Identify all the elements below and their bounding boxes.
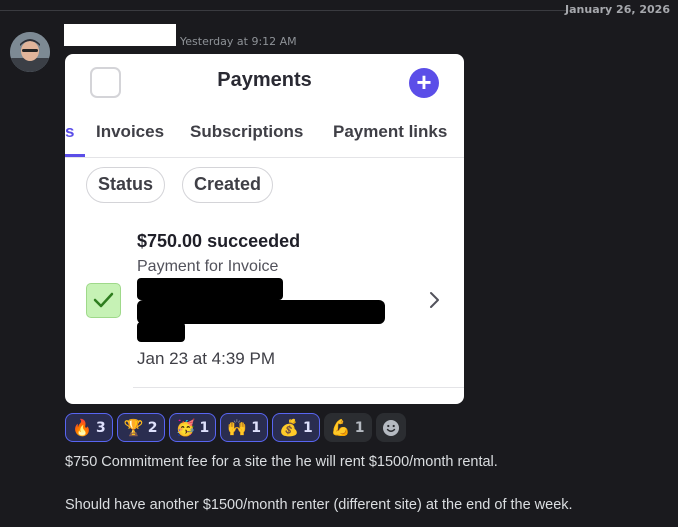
reaction-count: 1 (354, 419, 365, 436)
reaction-trophy[interactable]: 🏆 2 (116, 413, 165, 442)
message-timestamp: Yesterday at 9:12 AM (180, 35, 297, 48)
reaction-count: 1 (303, 419, 313, 436)
reaction-count: 3 (96, 419, 106, 436)
reaction-count: 2 (147, 419, 158, 436)
row-divider (133, 387, 464, 388)
reaction-raised-hands[interactable]: 🙌 1 (220, 413, 268, 442)
add-button: + (409, 68, 439, 98)
avatar[interactable] (10, 32, 50, 72)
payment-amount-status: $750.00 succeeded (137, 231, 301, 251)
add-reaction-button[interactable] (375, 413, 406, 442)
chevron-right-icon (430, 292, 439, 308)
active-tab-indicator (65, 154, 85, 157)
tab-partial: s (65, 122, 75, 141)
message-text-line-1: $750 Commitment fee for a site the he wi… (65, 454, 498, 470)
date-divider: January 26, 2026 (565, 3, 670, 16)
reaction-fire[interactable]: 🔥 3 (65, 413, 113, 442)
payment-date: Jan 23 at 4:39 PM (137, 349, 275, 368)
filter-created: Created (182, 167, 274, 203)
trophy-icon: 🏆 (123, 418, 144, 437)
payments-title: Payments (217, 69, 312, 91)
tab-subscriptions: Subscriptions (190, 122, 304, 141)
redacted-block-3 (137, 322, 185, 342)
tab-invoices: Invoices (96, 122, 165, 141)
redacted-block-2 (137, 300, 385, 324)
money-bag-icon: 💰 (279, 418, 299, 437)
redacted-block-1 (137, 278, 283, 300)
reactions-bar: 🔥 3 🏆 2 🥳 1 🙌 1 💰 1 💪 1 (65, 413, 406, 443)
filter-status: Status (86, 167, 166, 203)
reaction-count: 1 (251, 419, 261, 436)
fire-icon: 🔥 (72, 418, 92, 437)
payments-tabs: s Invoices Subscriptions Payment links (65, 120, 464, 158)
date-divider-line (0, 10, 568, 11)
reaction-money-bag[interactable]: 💰 1 (272, 413, 320, 442)
succeeded-check-icon (86, 283, 121, 318)
reaction-count: 1 (199, 419, 210, 436)
reaction-flexed-biceps[interactable]: 💪 1 (323, 413, 372, 442)
raised-hands-icon: 🙌 (227, 418, 248, 437)
flexed-biceps-icon: 💪 (330, 418, 351, 437)
tab-payment-links: Payment links (333, 122, 448, 141)
party-face-icon: 🥳 (175, 418, 196, 437)
username-redacted (64, 24, 176, 46)
reaction-party-face[interactable]: 🥳 1 (168, 413, 217, 442)
payment-screenshot-attachment[interactable]: Payments + s Invoices Subscriptions Paym… (65, 54, 464, 404)
payment-subtitle: Payment for Invoice (137, 258, 279, 275)
smiley-icon (382, 419, 399, 436)
message-text-line-2: Should have another $1500/month renter (… (65, 497, 573, 513)
